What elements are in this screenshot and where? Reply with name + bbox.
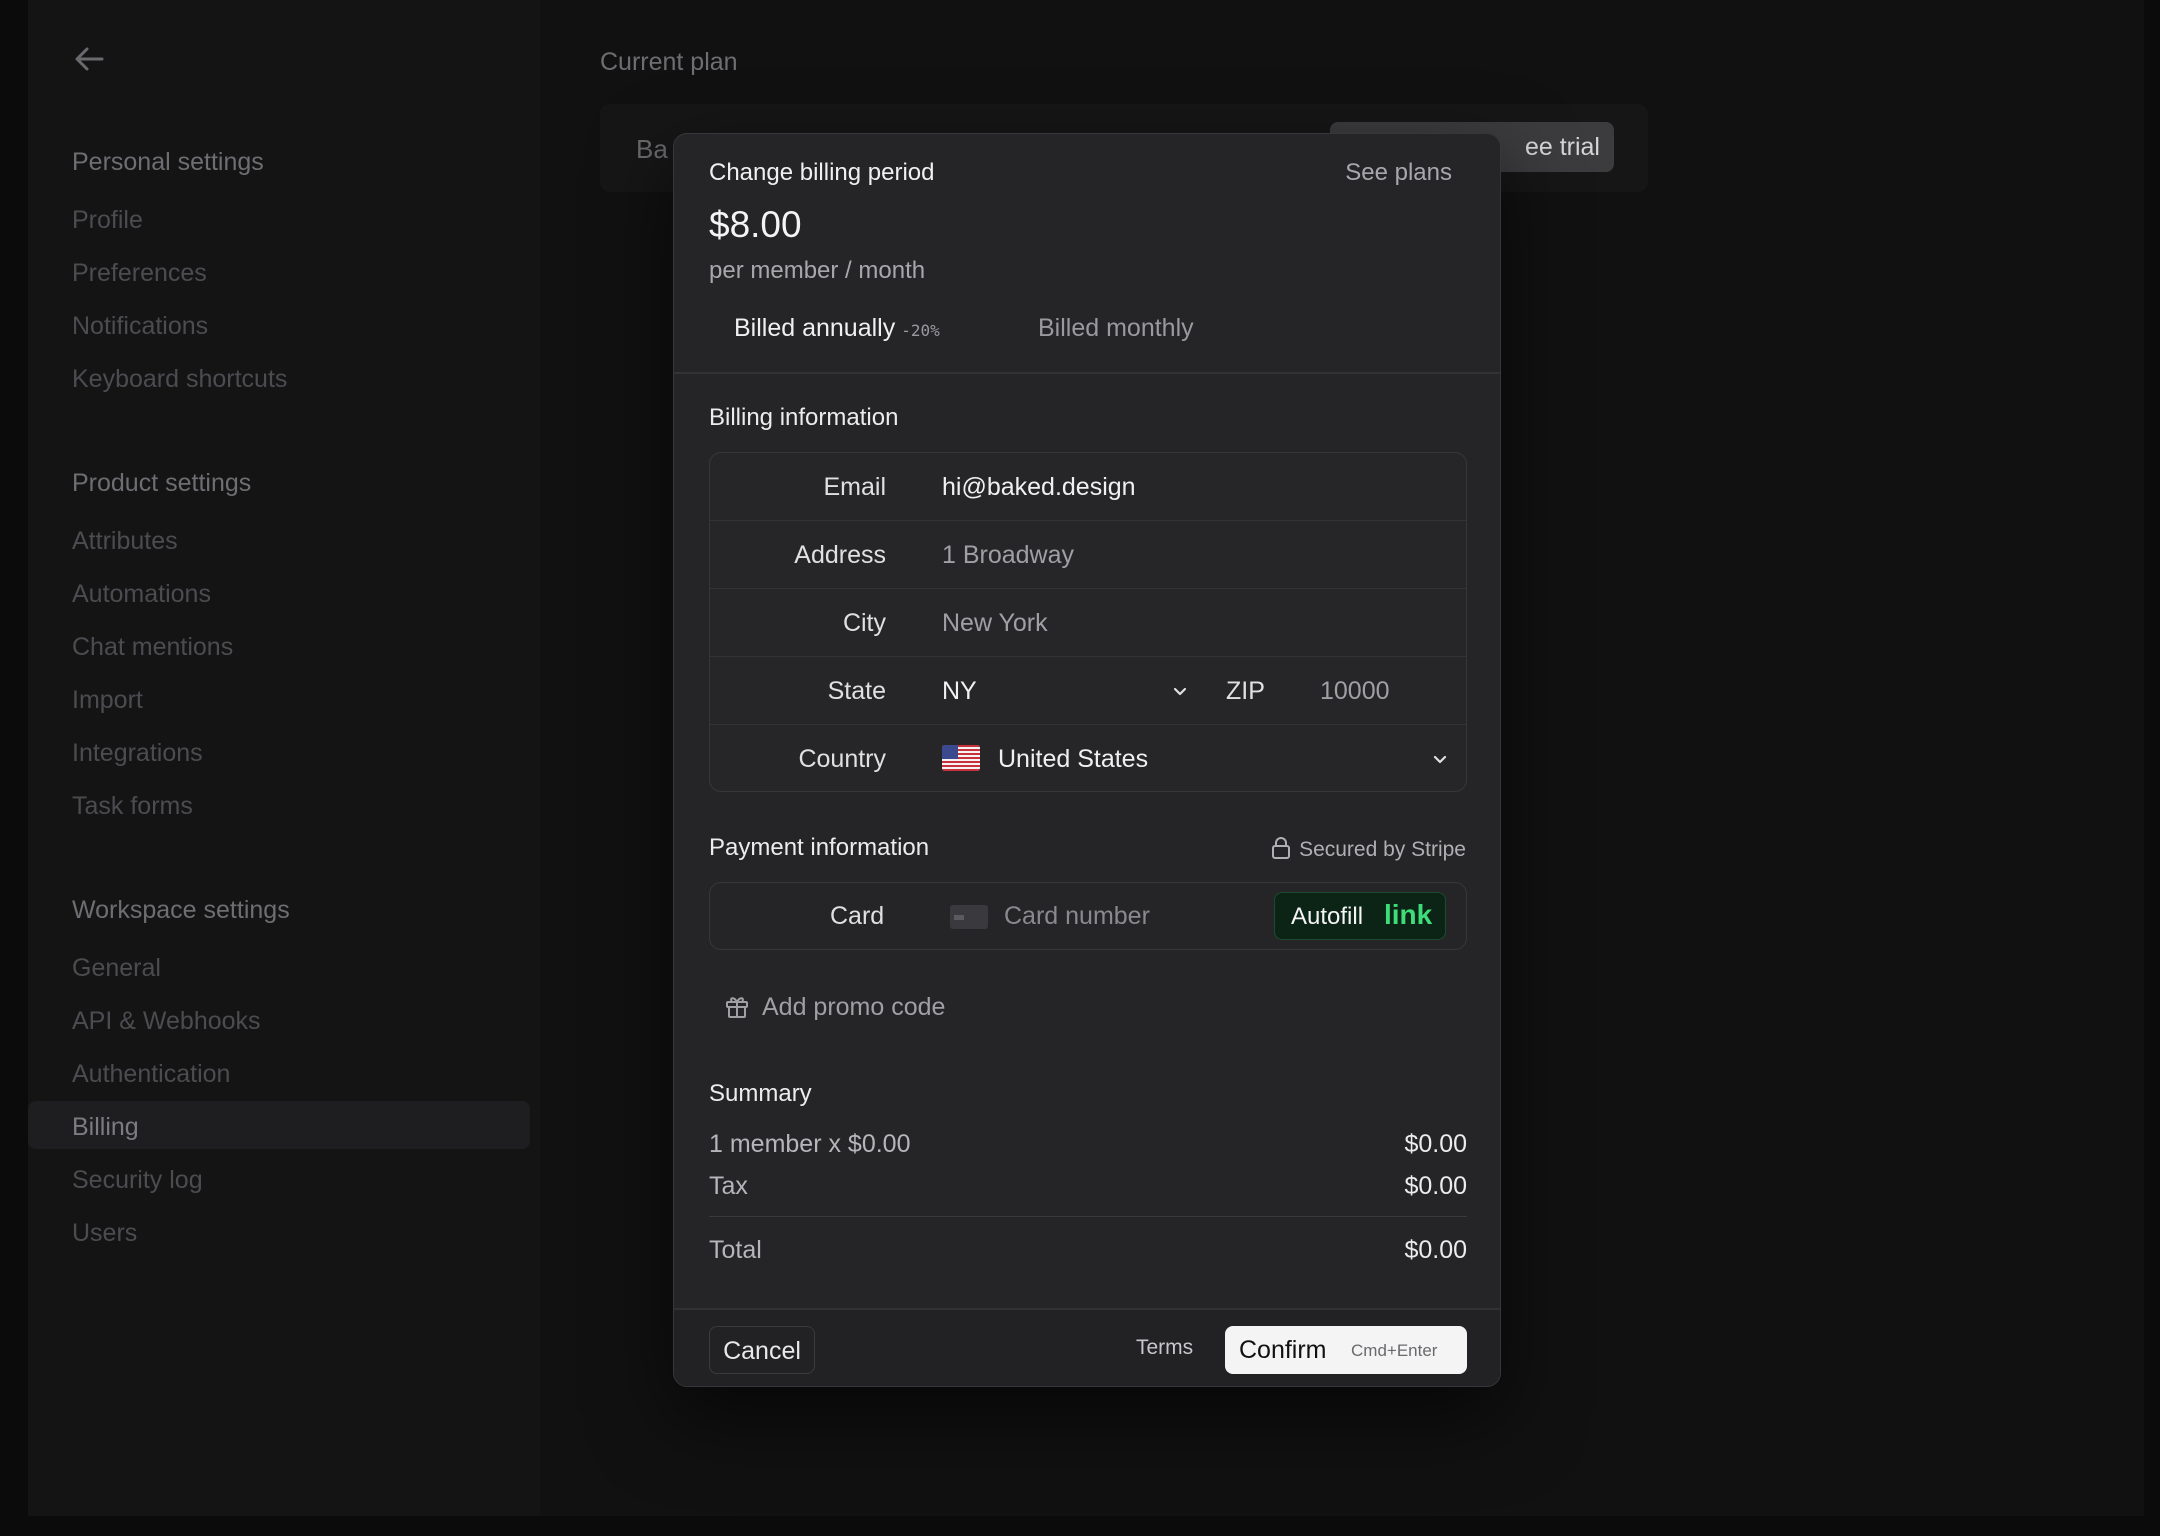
city-row: City New York	[710, 589, 1466, 657]
email-field[interactable]: hi@baked.design	[942, 473, 1136, 502]
billed-monthly-option[interactable]: Billed monthly	[1038, 314, 1194, 343]
summary-row-members: 1 member x $0.00 $0.00	[709, 1130, 1467, 1159]
summary-label: Tax	[709, 1172, 748, 1200]
secured-by-stripe: Secured by Stripe	[1271, 837, 1466, 862]
sidebar-item-automations[interactable]: Automations	[72, 580, 211, 609]
see-plans-link[interactable]: See plans	[1345, 159, 1452, 187]
credit-card-icon	[950, 905, 988, 929]
us-flag-icon	[942, 745, 980, 771]
autofill-label: Autofill	[1291, 903, 1364, 930]
workspace-settings-heading: Workspace settings	[72, 896, 290, 924]
confirm-button[interactable]: Confirm Cmd+Enter	[1225, 1326, 1467, 1374]
annual-discount-badge: -20%	[901, 321, 940, 340]
state-select[interactable]: NY	[942, 677, 977, 706]
confirm-shortcut-hint: Cmd+Enter	[1351, 1341, 1438, 1360]
add-promo-code-button[interactable]: Add promo code	[724, 993, 945, 1022]
total-amount: $0.00	[1404, 1236, 1467, 1264]
summary-row-total: Total $0.00	[709, 1236, 1467, 1265]
personal-settings-heading: Personal settings	[72, 148, 264, 176]
summary-amount: $0.00	[1404, 1172, 1467, 1200]
zip-label: ZIP	[1226, 677, 1265, 705]
state-zip-row: State NY ZIP 10000	[710, 657, 1466, 725]
address-label: Address	[794, 541, 886, 569]
summary-row-tax: Tax $0.00	[709, 1172, 1467, 1201]
product-settings-heading: Product settings	[72, 469, 252, 497]
zip-field[interactable]: 10000	[1320, 677, 1390, 706]
current-plan-heading: Current plan	[600, 48, 738, 76]
link-logo: link	[1384, 899, 1433, 930]
summary-title: Summary	[709, 1080, 812, 1107]
modal-title: Change billing period	[709, 159, 935, 186]
city-label: City	[842, 609, 886, 637]
summary-label: 1 member x $0.00	[709, 1130, 911, 1158]
confirm-label: Confirm	[1239, 1336, 1327, 1364]
gift-icon	[726, 997, 748, 1018]
sidebar-item-authentication[interactable]: Authentication	[72, 1060, 230, 1089]
address-row: Address 1 Broadway	[710, 521, 1466, 589]
total-label: Total	[709, 1236, 762, 1264]
autofill-link-button[interactable]: Autofill link	[1274, 892, 1446, 940]
chevron-down-icon[interactable]	[1172, 683, 1188, 699]
country-select[interactable]: United States	[998, 745, 1148, 774]
sidebar-item-general[interactable]: General	[72, 954, 161, 983]
sidebar-item-notifications[interactable]: Notifications	[72, 312, 208, 341]
email-label: Email	[823, 473, 886, 501]
payment-information-title: Payment information	[709, 834, 930, 861]
billed-annually-label: Billed annually	[734, 314, 896, 342]
modal-footer: Cancel Terms Confirm Cmd+Enter	[674, 1308, 1500, 1386]
sidebar-item-attributes[interactable]: Attributes	[72, 527, 178, 556]
add-promo-code-label: Add promo code	[762, 993, 946, 1021]
terms-link[interactable]: Terms	[1136, 1336, 1193, 1360]
chevron-down-icon[interactable]	[1432, 751, 1448, 767]
address-field[interactable]: 1 Broadway	[942, 541, 1074, 570]
sidebar-item-users[interactable]: Users	[72, 1219, 137, 1248]
price-unit: per member / month	[709, 257, 926, 284]
lock-icon	[1272, 837, 1291, 859]
sidebar-item-profile[interactable]: Profile	[72, 206, 143, 235]
country-row: Country United States	[710, 725, 1466, 793]
sidebar-item-api-webhooks[interactable]: API & Webhooks	[72, 1007, 261, 1036]
summary-amount: $0.00	[1404, 1130, 1467, 1158]
city-field[interactable]: New York	[942, 609, 1048, 638]
country-label: Country	[798, 745, 886, 773]
secured-by-stripe-label: Secured by Stripe	[1299, 838, 1466, 861]
divider	[674, 372, 1500, 374]
plan-name: Ba	[636, 134, 668, 164]
sidebar-item-billing[interactable]: Billing	[72, 1113, 139, 1142]
card-number-input[interactable]: Card number	[1004, 902, 1150, 931]
cancel-button[interactable]: Cancel	[709, 1326, 815, 1374]
card-label: Card	[830, 902, 885, 930]
back-arrow-icon[interactable]	[72, 44, 106, 74]
settings-sidebar: Personal settings Profile Preferences No…	[28, 0, 540, 1516]
sidebar-item-task-forms[interactable]: Task forms	[72, 792, 193, 821]
sidebar-item-security-log[interactable]: Security log	[72, 1166, 203, 1195]
summary-divider	[709, 1216, 1467, 1217]
sidebar-item-import[interactable]: Import	[72, 686, 143, 715]
billed-annually-option[interactable]: Billed annually -20%	[734, 314, 940, 343]
billing-information-title: Billing information	[709, 404, 899, 431]
plan-price: $8.00	[709, 204, 802, 245]
sidebar-item-integrations[interactable]: Integrations	[72, 739, 203, 768]
change-billing-modal: Change billing period See plans $8.00 pe…	[673, 133, 1501, 1387]
sidebar-item-preferences[interactable]: Preferences	[72, 259, 207, 288]
card-input-row: Card Card number Autofill link	[709, 882, 1467, 950]
sidebar-item-keyboard-shortcuts[interactable]: Keyboard shortcuts	[72, 365, 287, 394]
state-label: State	[827, 677, 886, 705]
sidebar-item-chat-mentions[interactable]: Chat mentions	[72, 633, 233, 662]
billing-form: Email hi@baked.design Address 1 Broadway…	[709, 452, 1467, 792]
email-row: Email hi@baked.design	[710, 453, 1466, 521]
